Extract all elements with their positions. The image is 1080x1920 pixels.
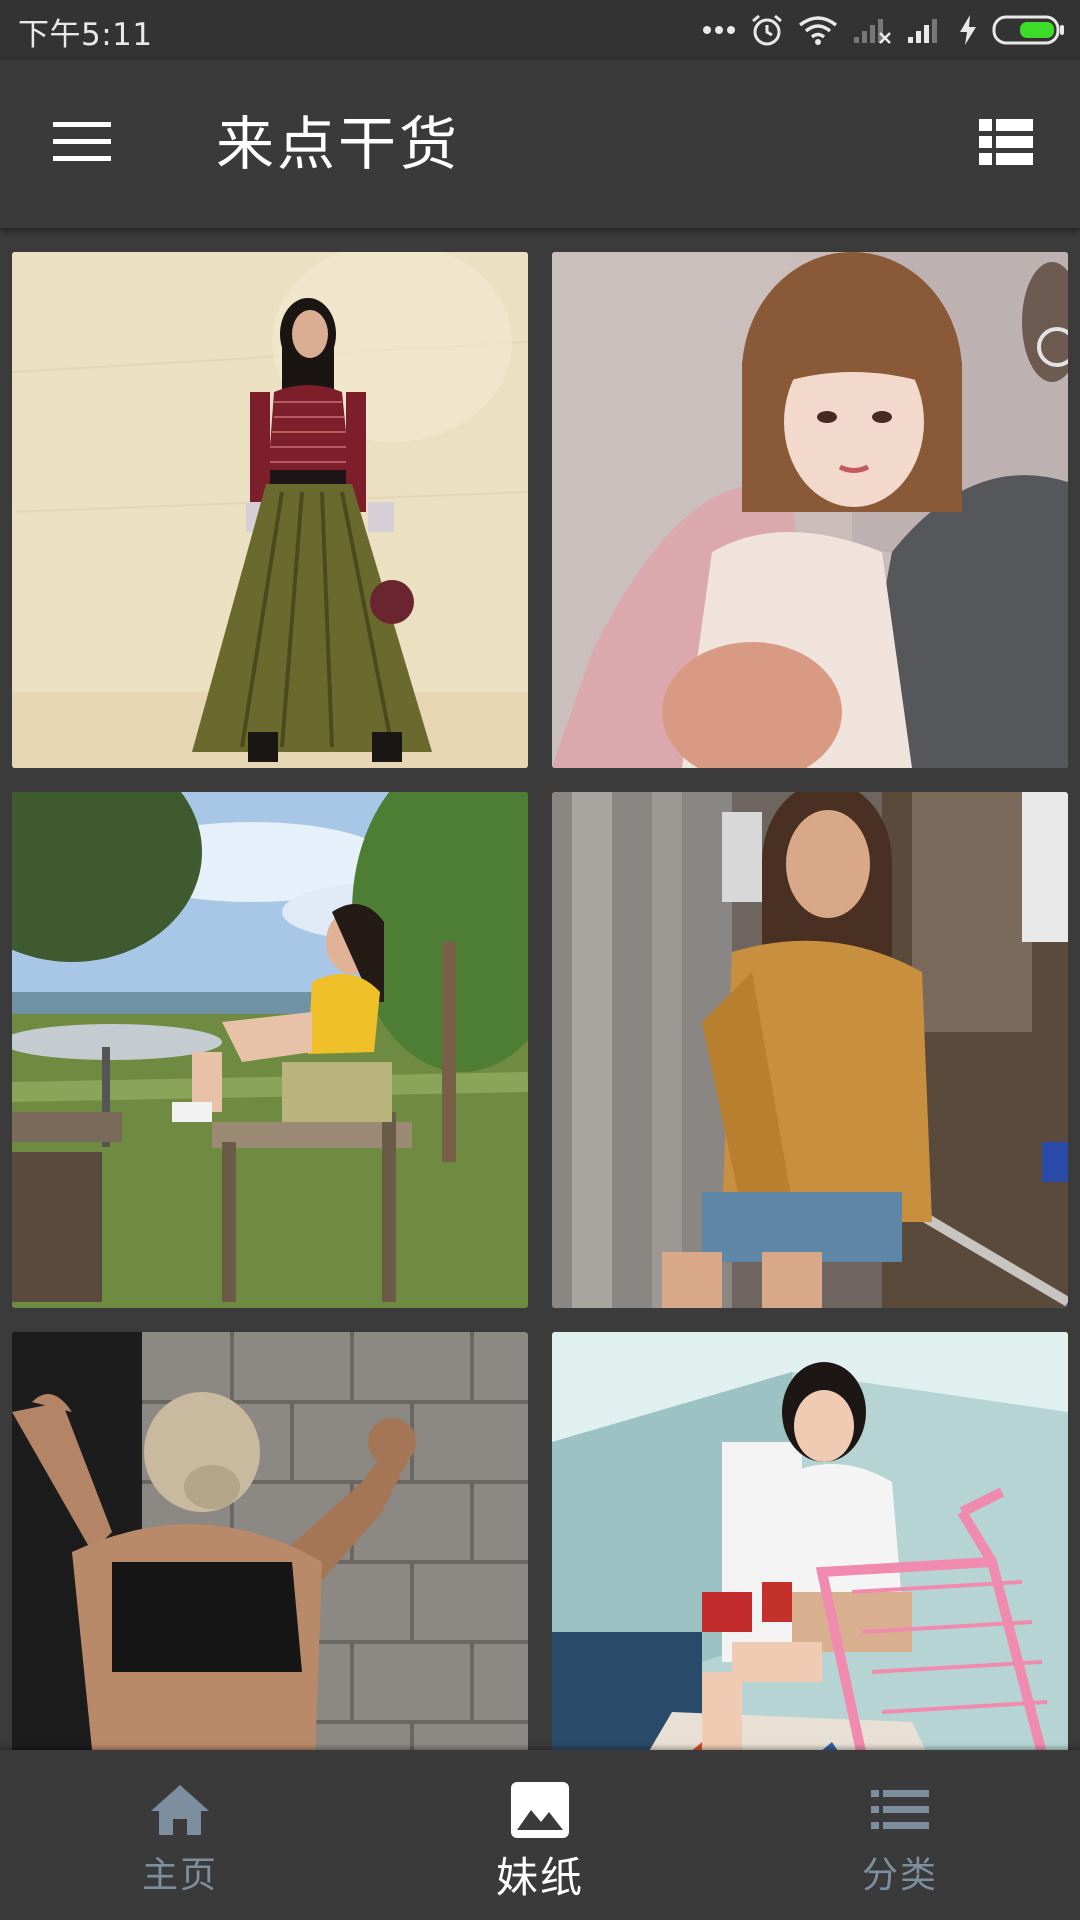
more-dots-icon <box>702 25 736 35</box>
photo-1-image <box>12 252 528 768</box>
nav-item-meizhi[interactable]: 妹纸 <box>360 1750 720 1920</box>
photo-3-image <box>12 792 528 1308</box>
status-time: 下午5:11 <box>18 17 153 53</box>
list-icon <box>871 1780 929 1840</box>
photo-2-image <box>552 252 1068 768</box>
nav-item-category[interactable]: 分类 <box>720 1750 1080 1920</box>
photo-grid <box>0 228 1080 1750</box>
photo-thumbnail[interactable] <box>12 1332 528 1750</box>
charging-icon <box>958 14 978 46</box>
hamburger-menu-icon <box>53 120 113 168</box>
image-icon <box>511 1780 569 1840</box>
photo-5-image <box>12 1332 528 1750</box>
nav-item-home[interactable]: 主页 <box>0 1750 360 1920</box>
menu-button[interactable] <box>46 112 120 176</box>
photo-thumbnail[interactable] <box>12 252 528 768</box>
battery-icon <box>992 14 1066 46</box>
no-signal-icon <box>852 15 892 45</box>
home-icon <box>149 1780 211 1840</box>
photo-6-image <box>552 1332 1068 1750</box>
view-toggle-button[interactable] <box>974 114 1038 174</box>
list-view-icon <box>979 119 1033 169</box>
photo-thumbnail[interactable] <box>552 1332 1068 1750</box>
alarm-icon <box>750 13 784 47</box>
app-bar: 来点干货 <box>0 60 1080 228</box>
photo-thumbnail[interactable] <box>552 792 1068 1308</box>
photo-thumbnail[interactable] <box>12 792 528 1308</box>
photo-thumbnail[interactable] <box>552 252 1068 768</box>
bottom-navigation: 主页 妹纸 分类 <box>0 1750 1080 1920</box>
status-bar: 下午5:11 <box>0 0 1080 60</box>
nav-label-home: 主页 <box>141 1855 218 1896</box>
wifi-icon <box>798 15 838 45</box>
signal-icon <box>906 15 944 45</box>
nav-label-category: 分类 <box>861 1855 938 1896</box>
app-title: 来点干货 <box>216 110 461 178</box>
status-icons <box>702 10 1066 50</box>
nav-label-meizhi: 妹纸 <box>495 1853 584 1902</box>
photo-4-image <box>552 792 1068 1308</box>
